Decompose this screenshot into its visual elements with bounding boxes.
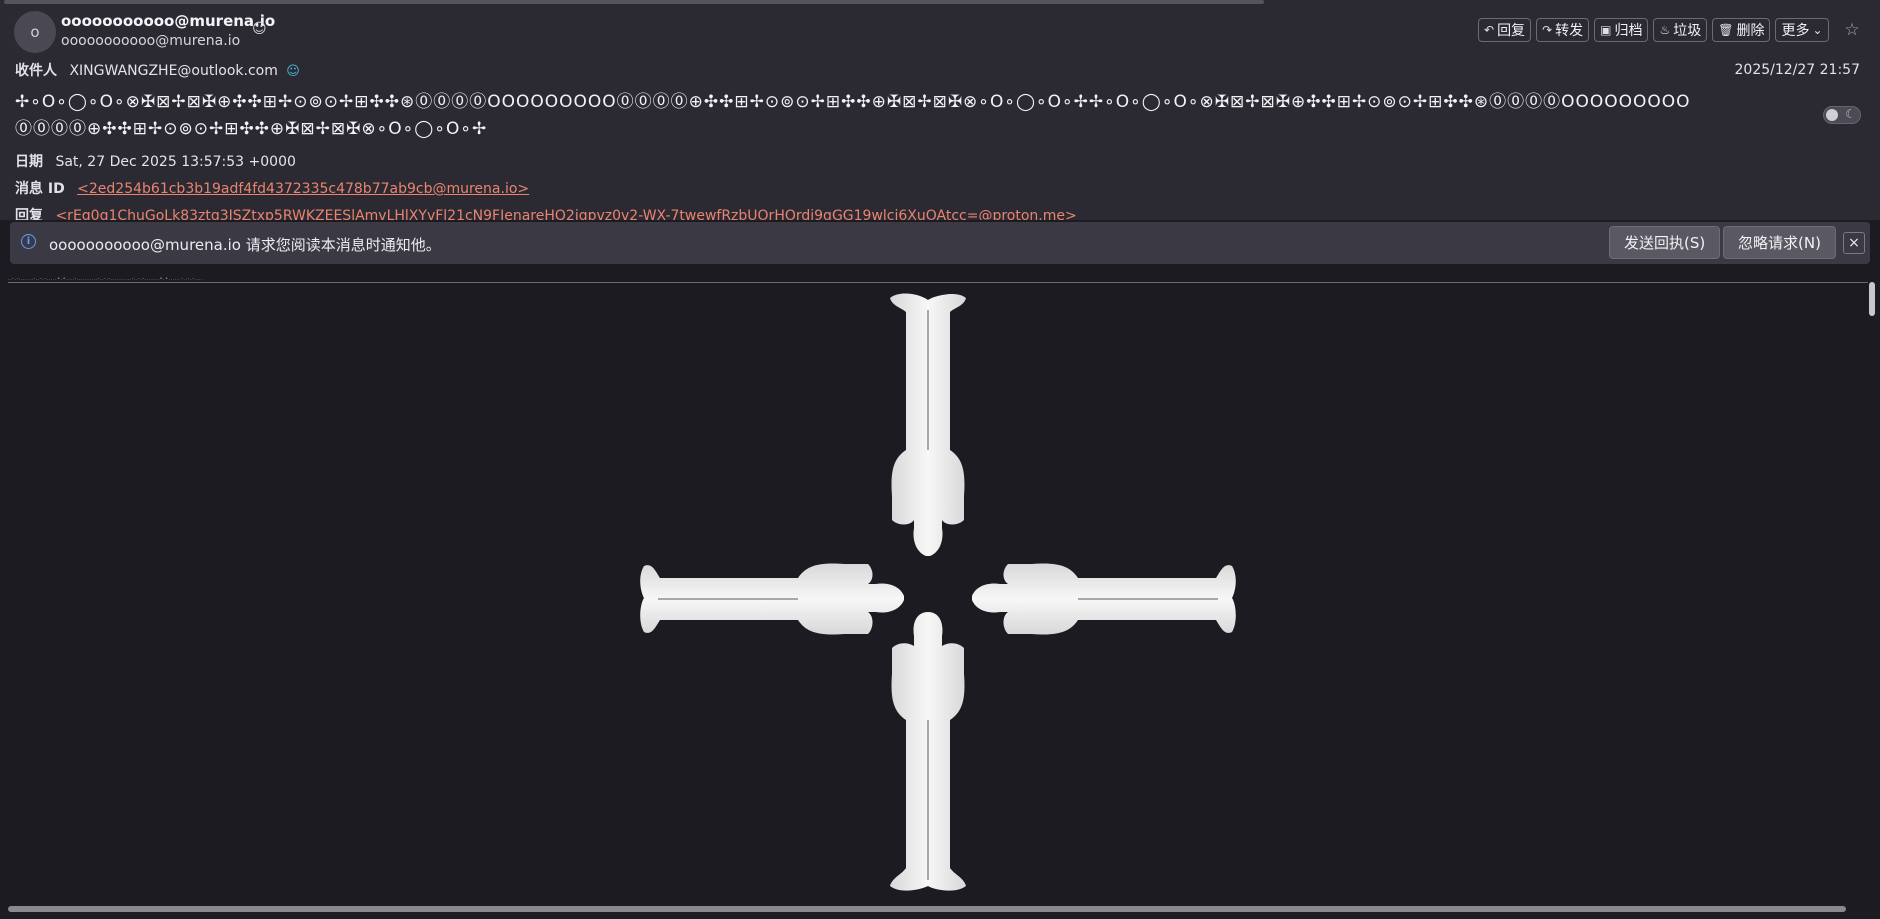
send-receipt-button[interactable]: 发送回执(S) [1609,226,1721,259]
email-viewer: o ooooooooooo@murena.io ooooooooooo@mure… [0,0,1880,919]
reply-to-label: 回复 [15,208,43,220]
message-body: ..-.-.......-..-.-.....•.•....-.........… [0,268,1880,919]
reply-to-row: 回复 <rEq0q1ChuGoLk83ztq3JSZtxp5RWKZEESlAm… [15,205,1077,220]
message-subject: ✢∘O∘◯∘O∘⊗✠⊠✢⊠✠⊕✣✣⊞✢⊙⊚⊙✢⊞✣✣⊛⓪⓪⓪⓪OOOOOOOOO… [15,92,1691,139]
trash-icon: 🗑 [1718,23,1734,37]
reply-to-link[interactable]: <rEq0q1ChuGoLk83ztq3JSZtxp5RWKZEESlAmvLH… [55,208,1076,220]
dark-mode-toggle[interactable]: ☾ [1823,106,1861,124]
sender-avatar: o [14,11,56,53]
date-value: Sat, 27 Dec 2025 13:57:53 +0000 [55,154,296,170]
more-label: 更多 [1781,23,1810,39]
body-divider [8,282,1868,283]
delete-label: 删除 [1736,23,1765,39]
star-icon[interactable]: ☆ [1840,18,1864,42]
moon-icon: ☾ [1845,107,1856,121]
vertical-scrollbar-thumb[interactable] [1869,282,1875,316]
chevron-down-icon: ⌄ [1812,23,1823,37]
junk-label: 垃圾 [1673,23,1702,39]
sender-name[interactable]: ooooooooooo@murena.io [61,12,275,30]
to-address[interactable]: XINGWANGZHE@outlook.com [69,63,277,79]
message-datetime: 2025/12/27 21:57 [1734,62,1861,78]
reply-icon: ↶ [1484,23,1495,37]
date-label: 日期 [15,154,43,170]
message-toolbar: ↶ 回复 ↷ 转发 ▣ 归档 ♨ 垃圾 🗑 删除 更多 ⌄ [1478,18,1829,42]
sender-email[interactable]: ooooooooooo@murena.io [61,33,240,49]
horizontal-scrollbar-thumb[interactable] [8,906,1846,912]
archive-icon: ▣ [1600,23,1612,37]
forward-label: 转发 [1555,23,1584,39]
to-label: 收件人 [15,63,57,79]
archive-label: 归档 [1614,23,1643,39]
close-icon[interactable]: × [1843,232,1865,254]
forward-icon: ↷ [1542,23,1553,37]
delete-button[interactable]: 🗑 删除 [1712,18,1771,42]
junk-icon: ♨ [1659,23,1671,37]
ignore-request-button[interactable]: 忽略请求(N) [1723,226,1836,259]
read-receipt-notification: i ooooooooooo@murena.io 请求您阅读本消息时通知他。 发送… [10,222,1870,264]
toggle-knob [1826,109,1838,121]
date-row: 日期 Sat, 27 Dec 2025 13:57:53 +0000 [15,151,296,171]
contact-card-icon[interactable]: ☺ [252,21,267,37]
vertical-scrollbar[interactable] [1868,278,1876,908]
info-icon: i [21,234,36,249]
message-id-link[interactable]: <2ed254b61cb3b19adf4fd4372335c478b77ab9c… [77,181,529,197]
junk-button[interactable]: ♨ 垃圾 [1653,18,1708,42]
more-button[interactable]: 更多 ⌄ [1775,18,1829,42]
message-id-label: 消息 ID [15,181,65,197]
reply-button[interactable]: ↶ 回复 [1478,18,1532,42]
reply-label: 回复 [1497,23,1526,39]
message-header: o ooooooooooo@murena.io ooooooooooo@mure… [0,4,1880,220]
archive-button[interactable]: ▣ 归档 [1594,18,1649,42]
cross-figure-image [640,293,1236,891]
forward-button[interactable]: ↷ 转发 [1536,18,1590,42]
message-id-row: 消息 ID <2ed254b61cb3b19adf4fd4372335c478b… [15,178,529,198]
address-book-icon[interactable]: ☺ [286,64,300,79]
notification-message: ooooooooooo@murena.io 请求您阅读本消息时通知他。 [49,236,441,254]
horizontal-scrollbar[interactable] [8,905,1868,913]
to-row: 收件人 XINGWANGZHE@outlook.com ☺ [15,60,300,80]
